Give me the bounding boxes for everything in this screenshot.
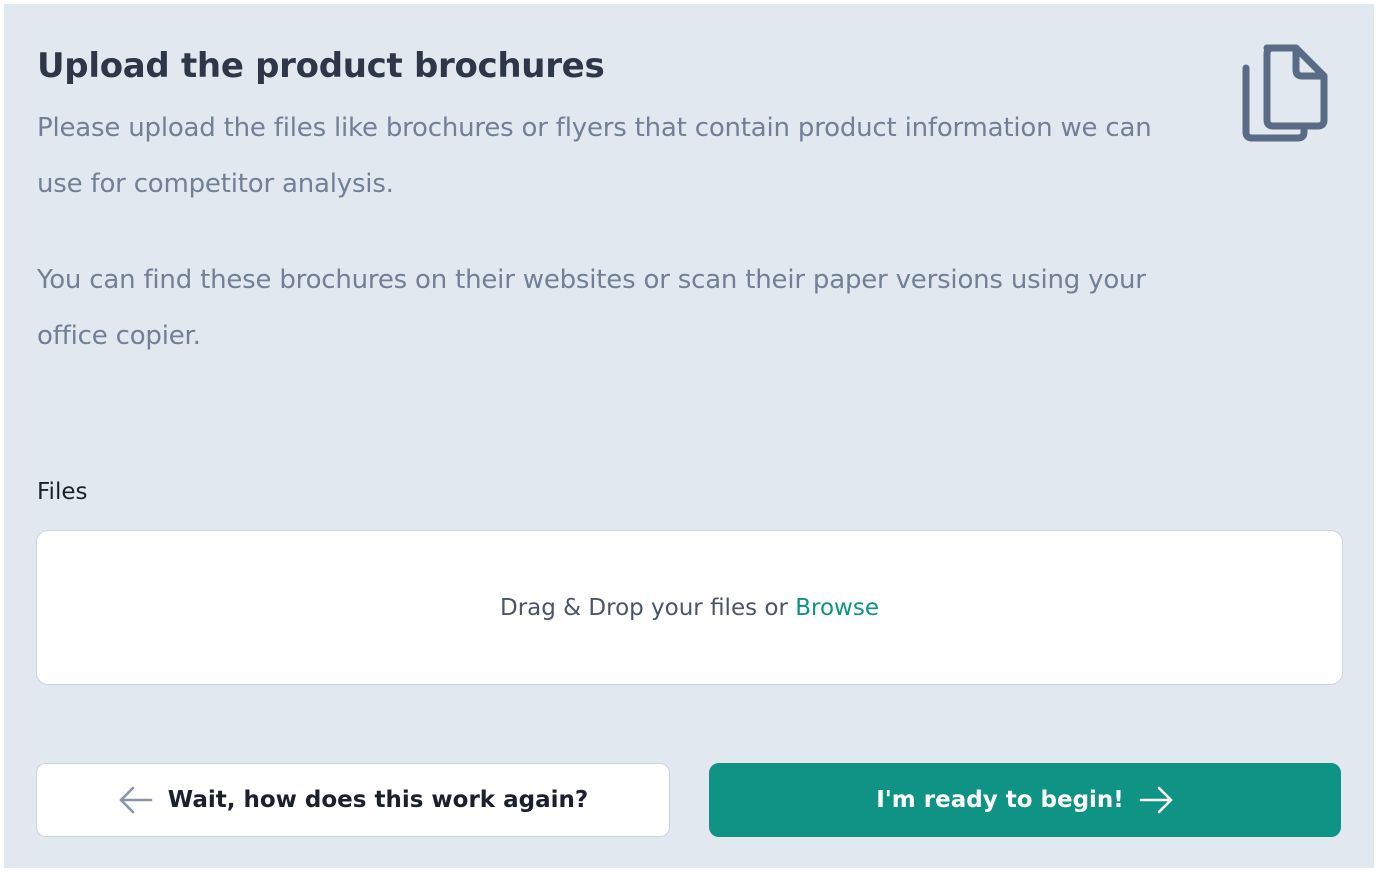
description-paragraph-2: You can find these brochures on their we… bbox=[37, 265, 1146, 351]
arrow-right-icon bbox=[1138, 786, 1174, 814]
browse-link[interactable]: Browse bbox=[795, 595, 879, 621]
start-button-label: I'm ready to begin! bbox=[876, 787, 1124, 813]
file-dropzone[interactable]: Drag & Drop your files or Browse bbox=[36, 530, 1343, 685]
dropzone-text: Drag & Drop your files or Browse bbox=[500, 595, 879, 621]
back-button[interactable]: Wait, how does this work again? bbox=[36, 763, 670, 837]
document-copy-icon bbox=[1234, 40, 1332, 146]
start-button[interactable]: I'm ready to begin! bbox=[709, 763, 1341, 837]
arrow-left-icon bbox=[118, 786, 154, 814]
page-title: Upload the product brochures bbox=[37, 46, 605, 86]
back-button-label: Wait, how does this work again? bbox=[167, 787, 589, 813]
files-label: Files bbox=[37, 479, 88, 505]
description-paragraph-1: Please upload the files like brochures o… bbox=[37, 113, 1152, 199]
upload-panel: Upload the product brochures Please uplo… bbox=[4, 4, 1374, 868]
drop-instructions: Drag & Drop your files or bbox=[499, 594, 788, 621]
